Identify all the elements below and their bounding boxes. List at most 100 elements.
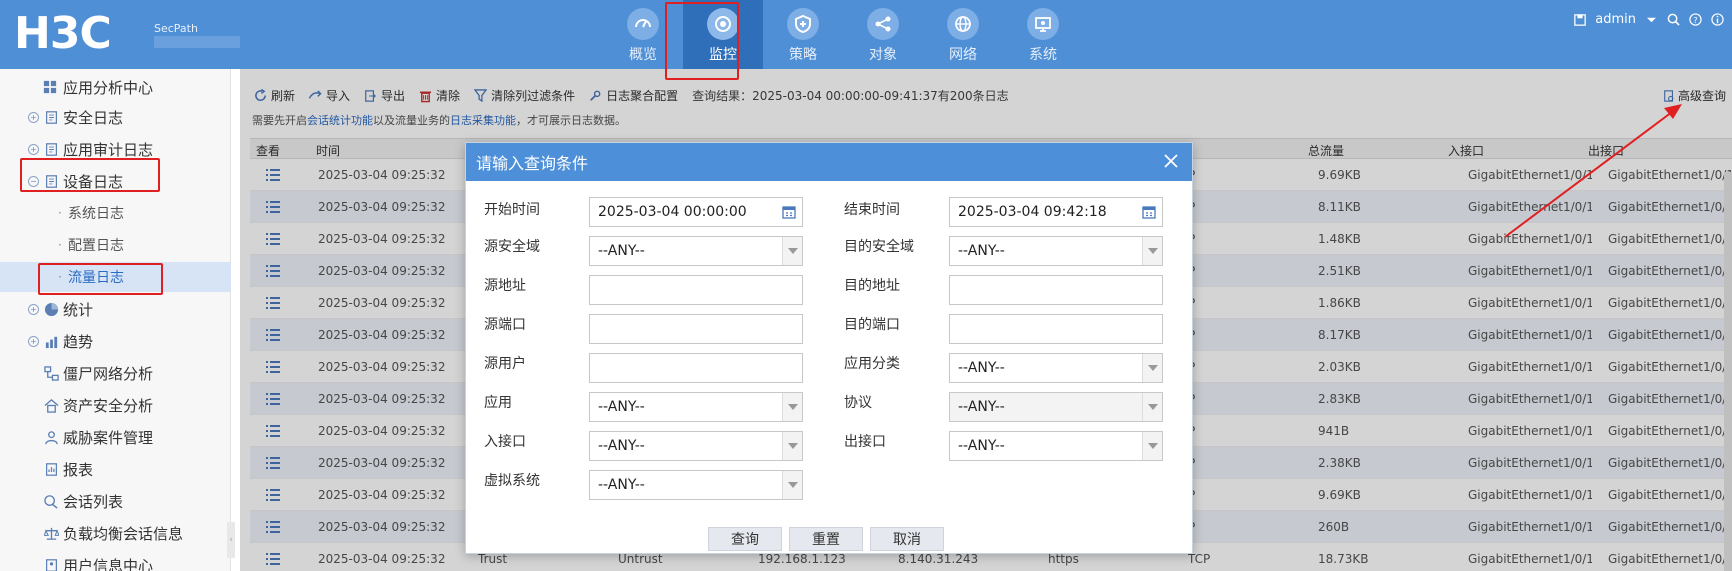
session-icon [43,493,59,509]
in-interface-label: 入接口 [484,434,526,450]
nav-system[interactable]: 系统 [1003,0,1083,69]
app-select[interactable]: --ANY-- [589,392,803,422]
nav-monitor[interactable]: 监控 [683,0,763,69]
sidebar-item-label: 设备日志 [63,172,124,191]
sidebar-item-device-log[interactable]: − 设备日志 [0,166,231,196]
nav-label: 网络 [949,47,977,63]
nav-overview[interactable]: 概览 [603,0,683,69]
nav-label: 策略 [789,47,817,63]
sidebar-item-session-list[interactable]: 会话列表 [0,486,231,516]
collapse-icon[interactable]: − [28,175,39,187]
expand-icon[interactable]: + [28,335,39,347]
src-user-input[interactable] [589,353,803,383]
src-port-input[interactable] [589,314,803,344]
document-icon [43,141,59,157]
app-category-select[interactable]: --ANY-- [949,353,1163,383]
nav-object[interactable]: 对象 [843,0,923,69]
sidebar-item-label: 负载均衡会话信息 [63,524,184,543]
sidebar-item-label: 流量日志 [68,270,124,286]
chevron-down-icon[interactable] [1644,13,1658,27]
svg-text:?: ? [1693,15,1697,25]
sidebar-item-label: 报表 [63,460,94,479]
src-addr-label: 源地址 [484,278,526,294]
save-icon[interactable] [1573,13,1587,27]
chevron-down-icon [1142,237,1162,265]
dialog-header: 请输入查询条件 [466,143,1192,181]
expand-icon[interactable]: + [28,143,39,155]
sidebar-item-user-info[interactable]: 用户信息中心 [0,550,231,571]
username[interactable]: admin [1595,12,1636,27]
user-area: admin ? [1573,12,1724,27]
dst-zone-select[interactable]: --ANY-- [949,236,1163,266]
chevron-down-icon [1142,432,1162,460]
sidebar-item-botnet[interactable]: 僵尸网络分析 [0,358,231,388]
help-icon[interactable]: ? [1688,13,1702,27]
sidebar-item-statistics[interactable]: + 统计 [0,294,231,324]
sidebar-item-security-log[interactable]: + 安全日志 [0,102,231,132]
dst-addr-label: 目的地址 [844,278,900,294]
sidebar-subitem-config-log[interactable]: · 配置日志 [0,230,231,260]
close-icon[interactable] [1162,152,1180,170]
chevron-down-icon [782,471,802,499]
info-icon[interactable] [1710,13,1724,27]
sidebar-subitem-traffic-log[interactable]: · 流量日志 [0,262,231,292]
query-button[interactable]: 查询 [708,527,782,551]
query-dialog: 请输入查询条件 开始时间 2025-03-04 00:00:00 源安全域 --… [465,142,1193,554]
sidebar-item-label: 资产安全分析 [63,396,154,415]
expand-icon[interactable]: + [28,111,39,123]
src-zone-select[interactable]: --ANY-- [589,236,803,266]
sidebar-item-label: 安全日志 [63,108,124,127]
sidebar-item-label: 应用审计日志 [63,140,154,159]
trend-chart-icon [43,333,59,349]
calendar-icon[interactable] [1142,205,1156,219]
end-time-field[interactable]: 2025-03-04 09:42:18 [949,197,1163,227]
dialog-title: 请输入查询条件 [476,154,589,173]
dst-zone-label: 目的安全域 [844,239,914,255]
sidebar-item-label: 僵尸网络分析 [63,364,154,383]
shield-plus-icon [787,8,819,40]
sidebar-item-asset-security[interactable]: 资产安全分析 [0,390,231,420]
nav-label: 系统 [1029,47,1057,63]
device-name-redacted [154,36,240,48]
sidebar-item-label: 应用分析中心 [63,78,154,97]
document-icon [43,173,59,189]
reset-button[interactable]: 重置 [789,527,863,551]
h3c-logo: H3C [14,8,112,59]
sidebar-item-app-analysis[interactable]: 应用分析中心 [0,72,231,102]
sidebar-item-lb-session[interactable]: 负载均衡会话信息 [0,518,231,548]
sidebar-item-label: 会话列表 [63,492,124,511]
nav-label: 对象 [869,47,897,63]
sidebar-item-audit-log[interactable]: + 应用审计日志 [0,134,231,164]
protocol-label: 协议 [844,395,872,411]
src-addr-input[interactable] [589,275,803,305]
sidebar-item-report[interactable]: 报表 [0,454,231,484]
dst-port-label: 目的端口 [844,317,900,333]
vsys-select[interactable]: --ANY-- [589,470,803,500]
sidebar-item-label: 统计 [63,300,94,319]
app-label: 应用 [484,395,512,411]
dst-port-input[interactable] [949,314,1163,344]
src-zone-label: 源安全域 [484,239,540,255]
monitor-eye-icon [707,8,739,40]
out-interface-select[interactable]: --ANY-- [949,431,1163,461]
sidebar-collapse-handle[interactable]: ‹ [227,522,235,558]
start-time-field[interactable]: 2025-03-04 00:00:00 [589,197,803,227]
report-icon [43,461,59,477]
dst-addr-input[interactable] [949,275,1163,305]
document-icon [43,109,59,125]
chevron-down-icon [1142,354,1162,382]
sidebar-subitem-system-log[interactable]: · 系统日志 [0,198,231,228]
nav-network[interactable]: 网络 [923,0,1003,69]
chevron-down-icon [782,432,802,460]
sidebar-item-trend[interactable]: + 趋势 [0,326,231,356]
protocol-select[interactable]: --ANY-- [949,392,1163,422]
cancel-button[interactable]: 取消 [870,527,944,551]
nav-policy[interactable]: 策略 [763,0,843,69]
search-icon[interactable] [1666,13,1680,27]
network-icon [43,365,59,381]
in-interface-select[interactable]: --ANY-- [589,431,803,461]
sidebar-item-threat-case[interactable]: 威胁案件管理 [0,422,231,452]
calendar-icon[interactable] [782,205,796,219]
expand-icon[interactable]: + [28,303,39,315]
src-user-label: 源用户 [484,356,526,372]
